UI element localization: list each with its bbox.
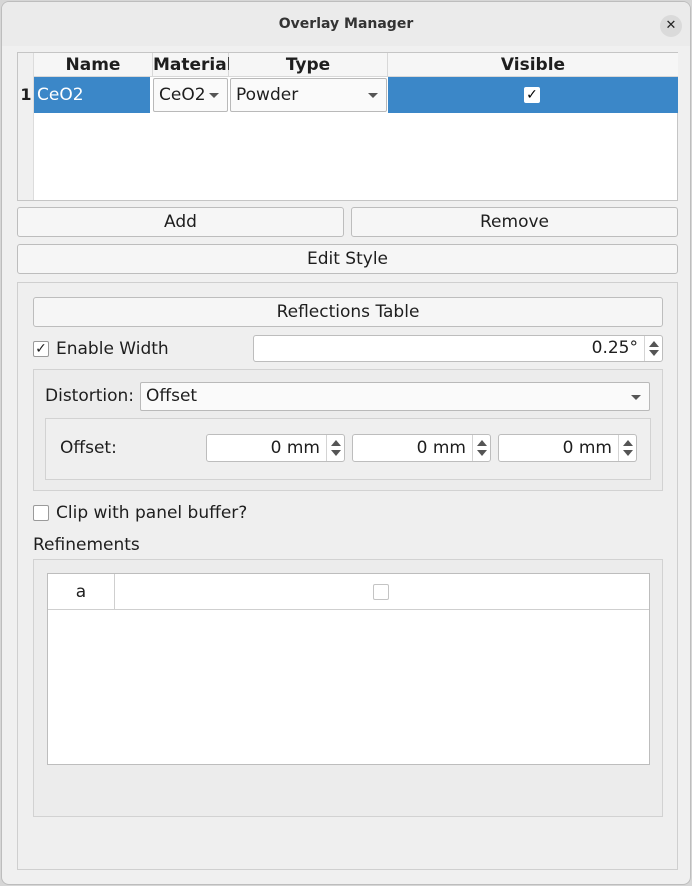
edit-style-button[interactable]: Edit Style bbox=[17, 244, 678, 274]
type-combo[interactable]: Powder bbox=[230, 78, 387, 112]
spin-arrows[interactable] bbox=[472, 435, 490, 461]
header-material[interactable]: Material bbox=[153, 53, 233, 77]
refinement-check-cell[interactable] bbox=[115, 574, 649, 610]
refinements-table: a bbox=[47, 573, 650, 765]
row-number[interactable]: 1 bbox=[18, 77, 34, 113]
arrow-up-icon[interactable] bbox=[623, 440, 633, 446]
overlay-manager-window: Overlay Manager ✕ Name Material Type Vis… bbox=[1, 1, 691, 885]
clip-panel-buffer-label: Clip with panel buffer? bbox=[56, 503, 248, 523]
offset-z-value: 0 mm bbox=[562, 438, 612, 458]
arrow-up-icon[interactable] bbox=[649, 341, 659, 347]
clip-panel-buffer-checkbox[interactable] bbox=[33, 505, 49, 521]
visible-checkbox[interactable]: ✓ bbox=[524, 87, 540, 103]
offset-label: Offset: bbox=[60, 438, 117, 458]
distortion-label: Distortion: bbox=[45, 386, 135, 406]
offset-y-spinbox[interactable]: 0 mm bbox=[352, 434, 491, 462]
width-spinbox[interactable]: 0.25° bbox=[253, 335, 663, 362]
spin-arrows[interactable] bbox=[644, 336, 662, 361]
enable-width-label: Enable Width bbox=[56, 339, 169, 359]
distortion-group: Distortion: Offset Offset: 0 mm 0 mm 0 m… bbox=[33, 369, 663, 491]
width-value: 0.25° bbox=[591, 338, 638, 358]
spin-arrows[interactable] bbox=[618, 435, 636, 461]
visible-cell[interactable]: ✓ bbox=[388, 77, 678, 113]
distortion-combo[interactable]: Offset bbox=[140, 382, 650, 411]
title-bar: Overlay Manager ✕ bbox=[2, 2, 690, 46]
row-header-column bbox=[18, 53, 34, 200]
chevron-down-icon bbox=[209, 93, 219, 98]
overlay-name-cell[interactable]: CeO2 powder bbox=[34, 77, 150, 141]
arrow-down-icon[interactable] bbox=[623, 450, 633, 456]
material-combo[interactable]: CeO2 bbox=[153, 78, 228, 112]
refinement-checkbox[interactable] bbox=[373, 584, 389, 600]
header-type[interactable]: Type bbox=[229, 53, 388, 77]
material-value: CeO2 bbox=[159, 85, 206, 105]
add-button[interactable]: Add bbox=[17, 207, 344, 237]
distortion-value: Offset bbox=[146, 386, 198, 406]
arrow-down-icon[interactable] bbox=[477, 450, 487, 456]
chevron-down-icon bbox=[368, 93, 378, 98]
remove-button[interactable]: Remove bbox=[351, 207, 678, 237]
refinement-name-cell[interactable]: a bbox=[48, 574, 115, 610]
chevron-down-icon bbox=[631, 395, 641, 400]
close-icon[interactable]: ✕ bbox=[660, 15, 682, 37]
arrow-up-icon[interactable] bbox=[477, 440, 487, 446]
header-name[interactable]: Name bbox=[34, 53, 153, 77]
header-visible[interactable]: Visible bbox=[388, 53, 678, 77]
window-title: Overlay Manager bbox=[278, 16, 414, 32]
reflections-table-button[interactable]: Reflections Table bbox=[33, 297, 663, 327]
offset-group: Offset: 0 mm 0 mm 0 mm bbox=[45, 418, 651, 480]
offset-y-value: 0 mm bbox=[416, 438, 466, 458]
refinements-group: a bbox=[33, 559, 663, 817]
arrow-down-icon[interactable] bbox=[649, 350, 659, 356]
offset-z-spinbox[interactable]: 0 mm bbox=[498, 434, 637, 462]
overlays-table: Name Material Type Visible 1 CeO2 powder… bbox=[17, 52, 678, 201]
enable-width-checkbox[interactable]: ✓ bbox=[33, 341, 49, 357]
refinements-label: Refinements bbox=[33, 535, 140, 555]
type-value: Powder bbox=[236, 85, 299, 105]
options-panel: Reflections Table ✓ Enable Width 0.25° D… bbox=[17, 282, 678, 870]
arrow-up-icon[interactable] bbox=[331, 440, 341, 446]
spin-arrows[interactable] bbox=[326, 435, 344, 461]
offset-x-spinbox[interactable]: 0 mm bbox=[206, 434, 345, 462]
offset-x-value: 0 mm bbox=[270, 438, 320, 458]
arrow-down-icon[interactable] bbox=[331, 450, 341, 456]
